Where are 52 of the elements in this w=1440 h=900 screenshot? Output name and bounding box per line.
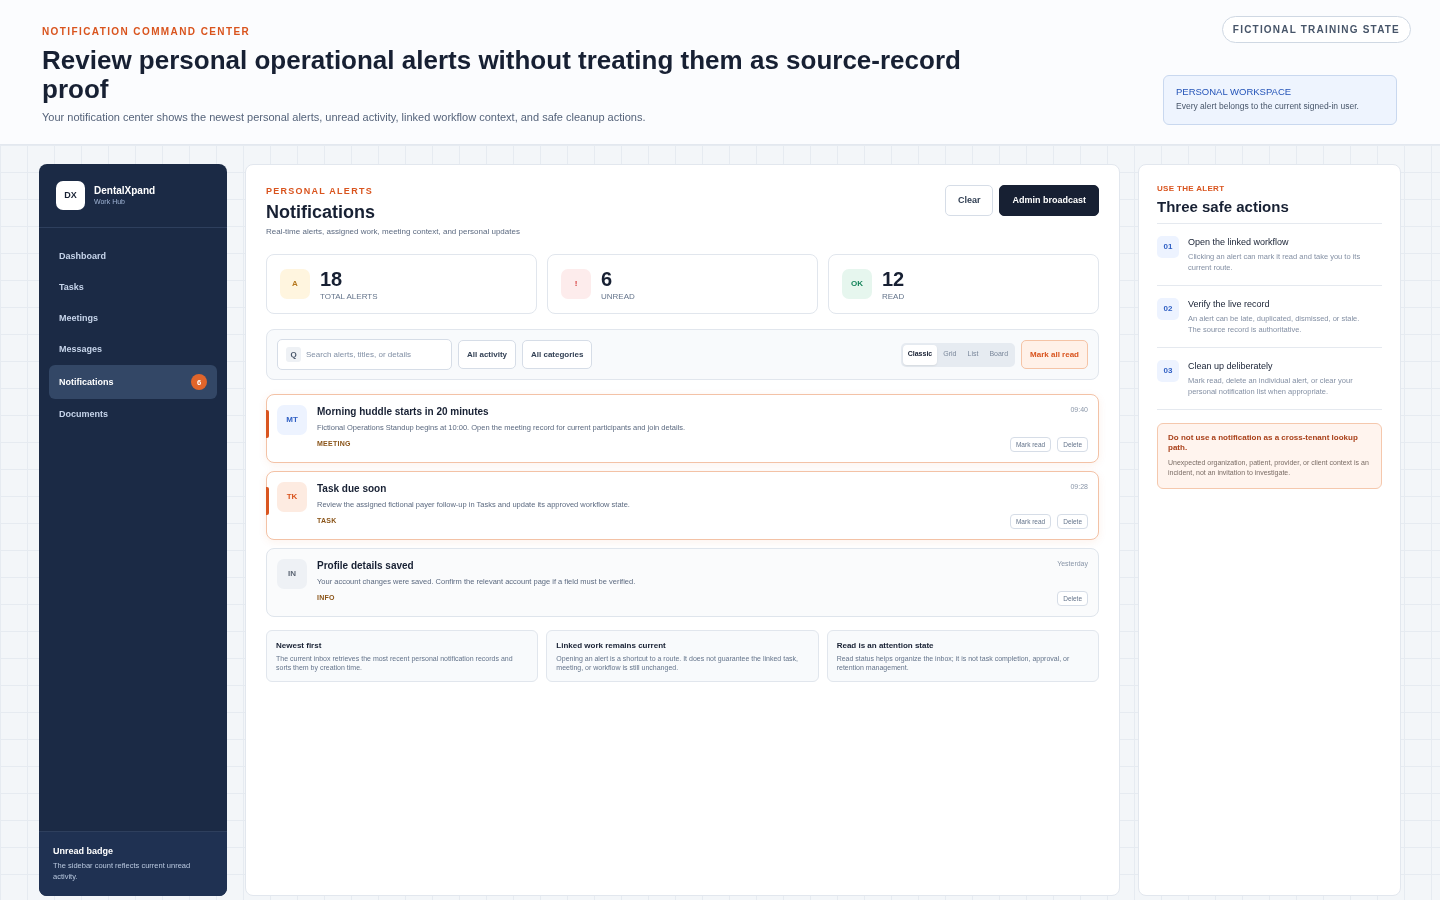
step-number: 02 <box>1157 298 1179 320</box>
nav-item[interactable]: Documents <box>49 399 217 430</box>
warning-title: Do not use a notification as a cross-tenant lookup path. <box>1168 433 1359 453</box>
step-title: Verify the live record <box>1188 298 1271 310</box>
stat-label: UNREAD <box>601 292 635 302</box>
notification-title: Profile details saved <box>317 559 414 572</box>
step-title: Clean up deliberately <box>1188 360 1274 372</box>
brand-name: DentalXpand <box>94 184 156 197</box>
info-card-title: Read is an attention state <box>836 640 935 651</box>
stat-icon: ! <box>561 269 591 299</box>
nav-item[interactable]: Messages <box>49 334 217 365</box>
category-avatar: MT <box>277 405 307 435</box>
stat-icon: A <box>280 269 310 299</box>
step-title: Open the linked workflow <box>1188 236 1290 248</box>
category-avatar: IN <box>277 559 307 589</box>
step-number: 03 <box>1157 360 1179 382</box>
notification-title: Task due soon <box>317 482 387 495</box>
unread-marker-icon <box>266 487 269 515</box>
nav-item[interactable]: Dashboard <box>49 241 217 272</box>
stat-label: TOTAL ALERTS <box>320 292 378 302</box>
info-card-title: Newest first <box>276 640 323 651</box>
admin-broadcast-button[interactable]: Admin broadcast <box>999 185 1099 216</box>
page-kicker: NOTIFICATION COMMAND CENTER <box>42 26 252 38</box>
training-state-badge: FICTIONAL TRAINING STATE <box>1221 16 1411 43</box>
nav-item[interactable]: Meetings <box>49 303 217 334</box>
workspace-note-title: PERSONAL WORKSPACE <box>1176 86 1293 98</box>
clear-button[interactable]: Clear <box>944 185 994 216</box>
stat-value: 18 <box>320 269 344 289</box>
search-icon: Q <box>286 347 301 362</box>
section-kicker: PERSONAL ALERTS <box>266 185 374 197</box>
mark-all-read-button[interactable]: Mark all read <box>1021 340 1088 369</box>
guide-title: Three safe actions <box>1157 197 1290 216</box>
filter-dropdown[interactable]: All activity <box>458 340 516 369</box>
category-avatar: TK <box>277 482 307 512</box>
page-subtitle: Your notification center shows the newest personal alerts, unread activity, linked workflow context, and safe cleanup actions. <box>42 110 647 124</box>
info-card-title: Linked work remains current <box>556 640 667 651</box>
step-number: 01 <box>1157 236 1179 258</box>
section-subtitle: Real-time alerts, assigned work, meeting context, and personal updates <box>266 226 520 238</box>
stat-value: 12 <box>882 269 905 289</box>
page-title: Review personal operational alerts without treating them as source-record proof <box>42 46 962 104</box>
brand-logo: DX <box>56 181 85 210</box>
guide-kicker: USE THE ALERT <box>1157 183 1226 194</box>
section-title: Notifications <box>266 201 376 224</box>
workspace-note-text: Every alert belongs to the current signed-in user. <box>1176 101 1360 112</box>
filter-dropdown[interactable]: All categories <box>522 340 593 369</box>
stat-icon: OK <box>842 269 872 299</box>
unread-marker-icon <box>266 410 269 438</box>
nav-item[interactable]: Tasks <box>49 272 217 303</box>
sidebar-footer-title: Unread badge <box>53 845 114 857</box>
stat-label: READ <box>882 292 905 302</box>
stat-value: 6 <box>601 269 614 289</box>
notification-title: Morning huddle starts in 20 minutes <box>317 405 489 418</box>
